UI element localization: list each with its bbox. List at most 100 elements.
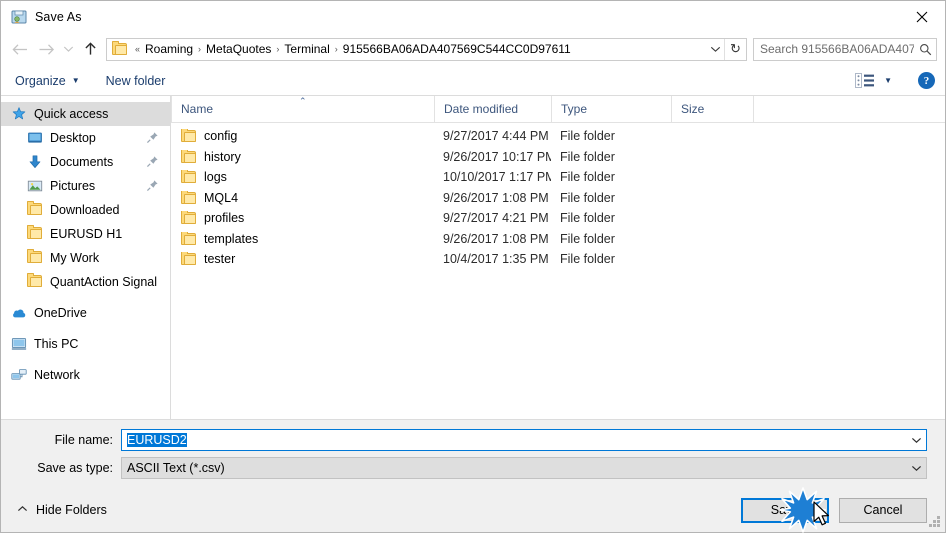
search-input[interactable] xyxy=(754,42,914,56)
file-type-cell: File folder xyxy=(560,190,615,205)
column-header-date-modified[interactable]: Date modified xyxy=(434,96,551,122)
file-list: ⌃ Name Date modified Type Size config 9/… xyxy=(171,96,945,419)
sidebar-item-label: Documents xyxy=(50,155,114,169)
file-name-label: tester xyxy=(204,252,236,267)
onedrive-cloud-icon xyxy=(11,305,27,321)
chevron-down-icon[interactable] xyxy=(59,36,77,62)
table-row[interactable]: history 9/26/2017 10:17 PM File folder xyxy=(171,147,945,168)
filename-selected-text[interactable]: EURUSD2 xyxy=(127,433,187,447)
column-header-filler xyxy=(753,96,945,122)
file-type-cell: File folder xyxy=(560,129,615,144)
save-button[interactable]: Save xyxy=(741,497,829,523)
sidebar-item-onedrive[interactable]: OneDrive xyxy=(1,301,170,325)
filename-value[interactable]: EURUSD2 xyxy=(122,433,907,447)
sidebar-item-network[interactable]: Network xyxy=(1,363,170,387)
column-header-type[interactable]: Type xyxy=(551,96,671,122)
hide-folders-button[interactable]: Hide Folders xyxy=(9,503,107,517)
filetype-value[interactable]: ASCII Text (*.csv) xyxy=(122,461,907,475)
breadcrumb[interactable]: « Roaming › MetaQuotes › Terminal › 9155… xyxy=(133,42,706,56)
filetype-chevron-down-icon[interactable] xyxy=(907,458,926,478)
organize-button[interactable]: Organize ▼ xyxy=(15,70,80,92)
navigation-sidebar: Quick access Desktop Documents Pictures … xyxy=(1,96,171,419)
sort-ascending-icon: ⌃ xyxy=(299,96,307,106)
file-name-cell: profiles xyxy=(171,211,434,225)
table-row[interactable]: tester 10/4/2017 1:35 PM File folder xyxy=(171,249,945,270)
file-name-cell: templates xyxy=(171,231,434,246)
column-header-size[interactable]: Size xyxy=(671,96,753,122)
address-dropdown-chevron-down-icon[interactable] xyxy=(706,39,724,60)
address-bar-row: « Roaming › MetaQuotes › Terminal › 9155… xyxy=(1,32,945,66)
file-name-label: profiles xyxy=(204,211,245,226)
file-type-cell: File folder xyxy=(560,211,615,226)
filename-chevron-down-icon[interactable] xyxy=(907,430,926,450)
close-button[interactable] xyxy=(899,1,945,32)
sidebar-item-this-pc[interactable]: This PC xyxy=(1,332,170,356)
file-date-cell: 10/10/2017 1:17 PM xyxy=(443,170,551,185)
folder-icon xyxy=(27,225,43,242)
sidebar-item-eurusd-h1[interactable]: EURUSD H1 xyxy=(1,222,170,246)
command-toolbar: Organize ▼ New folder ▼ ? xyxy=(1,66,945,96)
new-folder-label: New folder xyxy=(105,73,166,88)
sidebar-item-documents[interactable]: Documents xyxy=(1,150,170,174)
pin-icon[interactable] xyxy=(146,179,159,192)
table-row[interactable]: MQL4 9/26/2017 1:08 PM File folder xyxy=(171,188,945,209)
save-as-dialog: Save As « Roaming › MetaQuotes › Termina… xyxy=(0,0,946,533)
sidebar-item-downloaded[interactable]: Downloaded xyxy=(1,198,170,222)
table-row[interactable]: profiles 9/27/2017 4:21 PM File folder xyxy=(171,208,945,229)
star-icon xyxy=(11,106,27,122)
breadcrumb-separator: › xyxy=(334,44,338,54)
forward-arrow-icon[interactable] xyxy=(33,36,59,62)
search-icon[interactable] xyxy=(914,39,936,60)
breadcrumb-separator: › xyxy=(198,44,202,54)
folder-icon xyxy=(181,211,197,225)
network-icon xyxy=(11,367,27,383)
title-bar: Save As xyxy=(1,1,945,32)
sidebar-item-label: OneDrive xyxy=(34,306,87,320)
file-type-cell: File folder xyxy=(560,170,615,185)
view-layout-icon[interactable] xyxy=(855,72,875,89)
sidebar-item-my-work[interactable]: My Work xyxy=(1,246,170,270)
file-name-cell: logs xyxy=(171,170,434,184)
file-name-cell: tester xyxy=(171,252,434,266)
sidebar-item-pictures[interactable]: Pictures xyxy=(1,174,170,198)
filename-row: File name: EURUSD2 xyxy=(1,428,945,452)
dialog-body: Quick access Desktop Documents Pictures … xyxy=(1,96,945,420)
table-row[interactable]: config 9/27/2017 4:44 PM File folder xyxy=(171,126,945,147)
table-row[interactable]: logs 10/10/2017 1:17 PM File folder xyxy=(171,167,945,188)
new-folder-button[interactable]: New folder xyxy=(106,70,166,92)
pin-icon[interactable] xyxy=(146,155,159,168)
breadcrumb-item-terminal[interactable]: Terminal xyxy=(281,42,332,56)
file-rows-container: config 9/27/2017 4:44 PM File folder his… xyxy=(171,123,945,270)
filename-field[interactable]: EURUSD2 xyxy=(121,429,927,451)
cancel-button[interactable]: Cancel xyxy=(839,497,927,523)
filetype-combo[interactable]: ASCII Text (*.csv) xyxy=(121,457,927,479)
up-arrow-icon[interactable] xyxy=(77,36,103,62)
file-name-label: config xyxy=(204,129,238,144)
sidebar-item-desktop[interactable]: Desktop xyxy=(1,126,170,150)
organize-label: Organize xyxy=(15,73,66,88)
sidebar-item-quantaction-signal[interactable]: QuantAction Signal xyxy=(1,270,170,294)
file-type-cell: File folder xyxy=(560,231,615,246)
sidebar-item-label: Desktop xyxy=(50,131,96,145)
refresh-icon[interactable]: ↻ xyxy=(724,38,746,60)
view-chevron-down-icon[interactable]: ▼ xyxy=(884,76,892,85)
breadcrumb-overflow[interactable]: « xyxy=(133,44,142,54)
folder-icon xyxy=(27,249,43,266)
help-button[interactable]: ? xyxy=(918,72,935,89)
address-bar[interactable]: « Roaming › MetaQuotes › Terminal › 9155… xyxy=(106,37,747,61)
file-name-label: logs xyxy=(204,170,227,185)
pin-icon[interactable] xyxy=(146,131,159,144)
breadcrumb-item-metaquotes[interactable]: MetaQuotes xyxy=(203,42,274,56)
sidebar-item-label: Network xyxy=(34,368,80,382)
this-pc-icon xyxy=(11,336,27,352)
search-box[interactable] xyxy=(753,37,937,61)
file-name-cell: history xyxy=(171,149,434,164)
sidebar-item-label: My Work xyxy=(50,251,100,265)
back-arrow-icon[interactable] xyxy=(7,36,33,62)
sidebar-item-quick-access[interactable]: Quick access xyxy=(1,102,170,126)
breadcrumb-item-roaming[interactable]: Roaming xyxy=(142,42,196,56)
chevron-down-icon: ▼ xyxy=(71,75,80,85)
table-row[interactable]: templates 9/26/2017 1:08 PM File folder xyxy=(171,229,945,250)
resize-grip[interactable] xyxy=(928,516,941,529)
breadcrumb-item-terminal-id[interactable]: 915566BA06ADA407569C544CC0D97611 xyxy=(340,42,574,56)
